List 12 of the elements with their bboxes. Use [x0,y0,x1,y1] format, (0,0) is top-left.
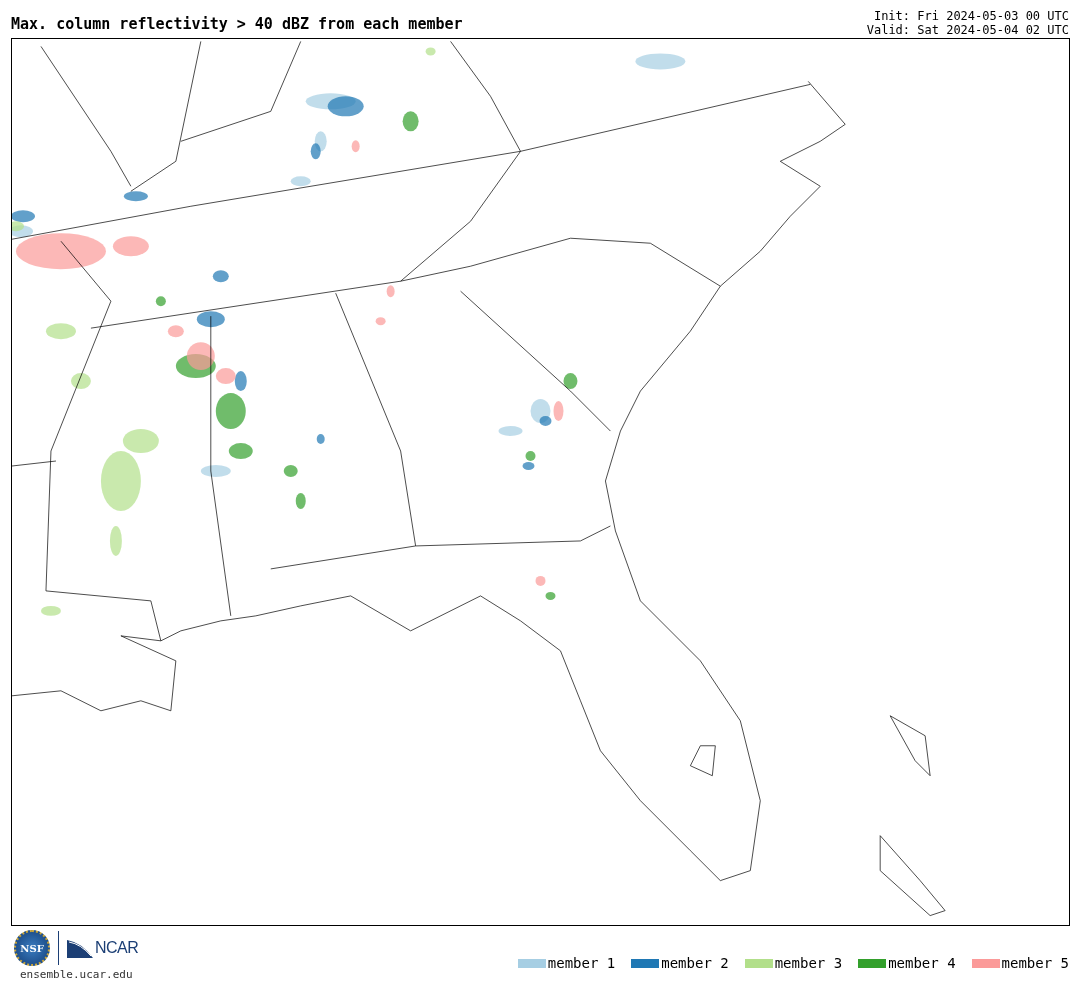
ncar-logo-text: NCAR [95,939,139,957]
legend-label: member 2 [661,955,729,971]
ncar-emblem-icon [67,938,93,958]
legend-label: member 5 [1001,955,1069,971]
website-url: ensemble.ucar.edu [19,968,134,981]
legend-label: member 4 [888,955,956,971]
legend-label: member 1 [547,955,616,971]
nsf-logo[interactable]: NSF [14,930,50,966]
valid-time: Valid: Sat 2024-05-04 02 UTC [866,23,1069,37]
init-time: Init: Fri 2024-05-03 00 UTC [873,9,1069,23]
legend-label: member 3 [774,955,843,971]
chart-title: Max. column reflectivity > 40 dBZ from each member [11,15,463,35]
